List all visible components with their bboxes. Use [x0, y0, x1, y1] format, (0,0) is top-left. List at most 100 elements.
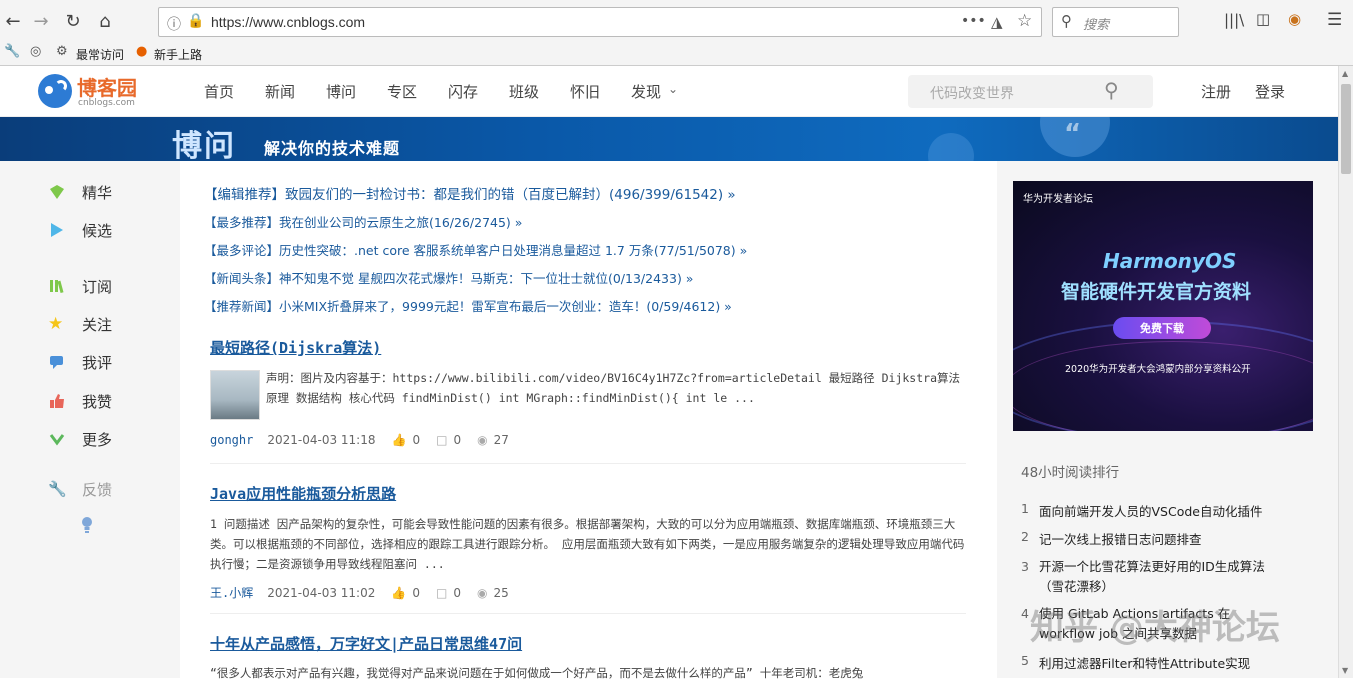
like-count: 0 [412, 585, 420, 600]
ad-source: 华为开发者论坛 [1023, 194, 1093, 205]
harmonyos-ad[interactable]: 华为开发者论坛 HarmonyOS 智能硬件开发官方资料 免费下载 2020华为… [1013, 181, 1313, 431]
bookmark-most-visited[interactable]: 最常访问 [76, 46, 124, 63]
logo-icon[interactable] [38, 74, 72, 108]
sidebar-item-subscriptions[interactable]: 订阅 [48, 275, 112, 297]
ranking-item-link[interactable]: 开源一个比雪花算法更好用的ID生成算法（雪花漂移） [1039, 557, 1279, 597]
post-title[interactable]: Java应用性能瓶颈分析思路 [210, 483, 396, 504]
thumbs-up-icon[interactable]: 👍 [391, 586, 406, 600]
editor-recommend-link[interactable]: 【编辑推荐】致园友们的一封检讨书：都是我们的错（百度已解封）(496/399/6… [204, 183, 736, 203]
ranking-item-link[interactable]: 面向前端开发人员的VSCode自动化插件 [1039, 501, 1263, 520]
nav-zones[interactable]: 专区 [387, 81, 417, 102]
post-summary: 1 问题描述 因产品架构的复杂性，可能会导致性能问题的因素有很多。根据部署架构，… [210, 517, 965, 571]
globe-icon[interactable]: ◎ [30, 44, 41, 59]
scroll-up-icon[interactable]: ▲ [1342, 69, 1348, 78]
watermark: 知乎 @大神论坛 [1030, 608, 1280, 648]
chevron-down-icon[interactable]: ⌄ [668, 82, 678, 96]
books-icon [48, 278, 68, 294]
site-header: 博客园 cnblogs.com 首页 新闻 博问 专区 闪存 班级 怀旧 发现 … [0, 66, 1338, 117]
gem-icon [48, 184, 68, 200]
pocket-icon[interactable]: ◮ [991, 13, 1003, 31]
browser-search-input[interactable]: ⚲ 搜索 [1052, 7, 1179, 37]
post-summary: “很多人都表示对产品有兴趣，我觉得对产品来说问题在于如何做成一个好产品，而不是去… [210, 666, 864, 680]
sidebar-item-label: 反馈 [82, 480, 113, 499]
scroll-down-icon[interactable]: ▼ [1342, 666, 1348, 675]
sidebar-item-label: 关注 [82, 315, 113, 334]
ranking-item[interactable]: 1 面向前端开发人员的VSCode自动化插件 [1021, 501, 1263, 520]
page-scrollbar[interactable]: ▲ ▼ [1338, 66, 1353, 678]
sidebar-toggle-icon[interactable]: ◫ [1256, 10, 1270, 28]
forward-icon[interactable]: → [28, 8, 54, 34]
bookmark-star-icon[interactable]: ☆ [1017, 11, 1032, 31]
sidebar-item-featured[interactable]: 精华 [48, 181, 112, 203]
home-icon[interactable]: ⌂ [92, 8, 118, 34]
browser-search-placeholder: 搜索 [1083, 18, 1110, 33]
nav-news[interactable]: 新闻 [265, 81, 295, 102]
reload-icon[interactable]: ↻ [60, 8, 86, 34]
quote-icon: “ [1064, 119, 1082, 149]
logo-subtext: cnblogs.com [78, 98, 135, 108]
back-icon[interactable]: ← [0, 8, 26, 34]
lightbulb-icon[interactable] [81, 516, 93, 533]
thumbs-up-icon[interactable]: 👍 [392, 433, 407, 447]
sidebar-item-label: 候选 [82, 221, 113, 240]
logo-text[interactable]: 博客园 [77, 72, 137, 101]
nav-home[interactable]: 首页 [204, 81, 234, 102]
banner-slogan: 解决你的技术难题 [264, 139, 401, 158]
sidebar-item-following[interactable]: ★ 关注 [48, 313, 112, 335]
nav-discover[interactable]: 发现 [631, 81, 661, 102]
sidebar-item-label: 我评 [82, 353, 113, 372]
comment-icon[interactable]: □ [436, 586, 447, 600]
extension-icon[interactable]: ◉ [1288, 10, 1301, 28]
nav-class[interactable]: 班级 [509, 81, 539, 102]
eye-icon: ◉ [477, 433, 488, 447]
news-headline-link[interactable]: 【新闻头条】神不知鬼不觉 星舰四次花式爆炸！马斯克：下一位壮士就位(0/13/2… [204, 268, 693, 287]
recommended-news-link[interactable]: 【推荐新闻】小米MIX折叠屏来了，9999元起！雷军宣布最后一次创业：造车！(0… [204, 296, 732, 315]
ad-footer: 2020华为开发者大会鸿蒙内部分享资料公开 [1065, 364, 1251, 375]
ranking-item-link[interactable]: 记一次线上报错日志问题排查 [1039, 529, 1202, 548]
post-meta: gonghr 2021-04-03 11:18 👍 0 □ 0 ◉ 27 [210, 433, 509, 447]
sidebar-item-my-comments[interactable]: 我评 [48, 351, 112, 373]
nav-ing[interactable]: 闪存 [448, 81, 478, 102]
nav-qa[interactable]: 博问 [326, 81, 356, 102]
ranking-title: 48小时阅读排行 [1021, 465, 1120, 481]
login-link[interactable]: 登录 [1255, 81, 1285, 102]
post-thumbnail[interactable] [210, 370, 260, 420]
register-link[interactable]: 注册 [1201, 81, 1231, 102]
ad-download-button[interactable]: 免费下载 [1113, 317, 1211, 339]
bookmark-getting-started[interactable]: 新手上路 [154, 46, 202, 63]
post-title[interactable]: 最短路径(Dijskra算法) [210, 337, 381, 358]
nav-nostalgia[interactable]: 怀旧 [570, 81, 600, 102]
search-icon: ⚲ [1061, 12, 1072, 30]
sidebar-item-label: 我赞 [82, 392, 113, 411]
view-count: 27 [493, 433, 509, 447]
eye-icon: ◉ [476, 585, 488, 600]
site-search-input[interactable]: 代码改变世界 ⚲ [908, 75, 1153, 108]
search-icon[interactable]: ⚲ [1104, 78, 1119, 102]
site-search-placeholder: 代码改变世界 [930, 86, 1014, 102]
sidebar-item-feedback[interactable]: 🔧 反馈 [48, 478, 112, 500]
sidebar-item-candidates[interactable]: 候选 [48, 219, 112, 241]
most-commented-link[interactable]: 【最多评论】历史性突破：.net core 客服系统单客户日处理消息量超过 1.… [204, 240, 747, 259]
url-bar[interactable]: ⓘ 🔒 https://www.cnblogs.com ••• ◮ ☆ [158, 7, 1042, 37]
more-icon[interactable]: ••• [961, 13, 986, 29]
sidebar-item-more[interactable]: 更多 [48, 428, 112, 450]
ranking-item[interactable]: 3 开源一个比雪花算法更好用的ID生成算法（雪花漂移） [1021, 557, 1301, 597]
post-time: 2021-04-03 11:18 [267, 433, 376, 447]
post-title[interactable]: 十年从产品感悟，万字好文|产品日常思维47问 [210, 633, 522, 654]
post-divider [210, 613, 966, 614]
sidebar-item-my-likes[interactable]: 我赞 [48, 390, 112, 412]
ranking-item[interactable]: 2 记一次线上报错日志问题排查 [1021, 529, 1202, 548]
scroll-thumb[interactable] [1341, 84, 1351, 174]
most-recommended-link[interactable]: 【最多推荐】我在创业公司的云原生之旅(16/26/2745) » [204, 212, 522, 231]
post-author[interactable]: gonghr [210, 433, 253, 447]
info-icon[interactable]: ⓘ [167, 14, 181, 34]
comment-icon[interactable]: □ [436, 433, 447, 447]
ranking-item-link[interactable]: 利用过滤器Filter和特性Attribute实现 [1039, 653, 1250, 672]
post-divider [210, 463, 966, 464]
sidebar-item-label: 更多 [82, 430, 113, 449]
library-icon[interactable]: |||\ [1224, 11, 1244, 29]
wrench-icon[interactable]: 🔧 [4, 44, 20, 59]
menu-icon[interactable]: ☰ [1327, 10, 1342, 30]
post-author[interactable]: 王.小辉 [210, 584, 253, 601]
ranking-item[interactable]: 5 利用过滤器Filter和特性Attribute实现 [1021, 653, 1250, 672]
